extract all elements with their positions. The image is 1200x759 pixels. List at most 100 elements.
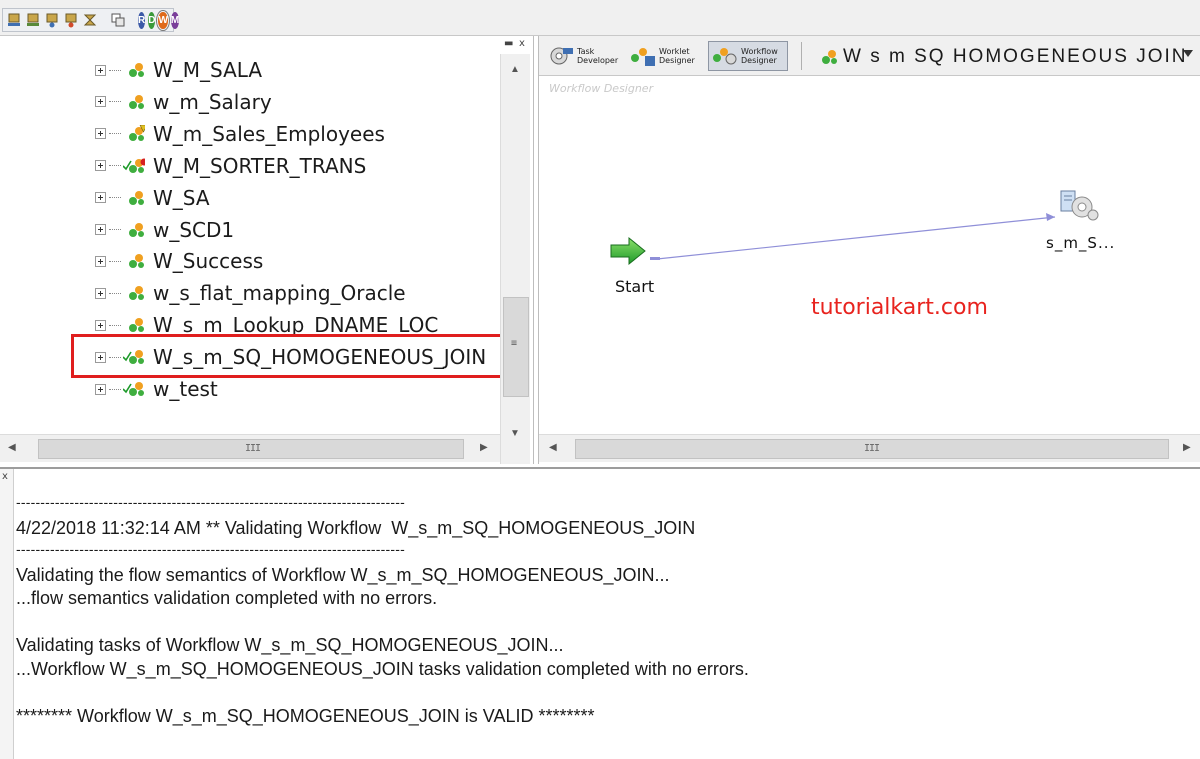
panel-close-icon[interactable]: x (519, 38, 525, 49)
log-line: Validating the flow semantics of Workflo… (16, 564, 670, 585)
tab-workflow-designer[interactable]: Workflow Designer (708, 41, 788, 71)
tree-item[interactable]: W_m_Sales_Employees (95, 118, 385, 150)
output-panel: x --------------------------------------… (0, 467, 1200, 759)
workflow-icon (129, 124, 145, 141)
chevron-down-icon[interactable] (1183, 50, 1193, 57)
scroll-right-icon[interactable]: ▶ (480, 442, 488, 453)
workflow-icon (129, 254, 144, 269)
start-task-label: Start (615, 277, 655, 296)
scroll-grip-icon: ≡ (511, 338, 517, 349)
repository-disconnect-icon[interactable] (25, 11, 41, 29)
folder-close-icon[interactable] (63, 11, 79, 29)
log-line: ...Workflow W_s_m_SQ_HOMOGENEOUS_JOIN ta… (16, 658, 749, 679)
expand-plus-icon[interactable] (95, 255, 106, 267)
workflow-icon (129, 190, 144, 205)
designer-button[interactable]: D (148, 11, 156, 29)
expand-plus-icon[interactable] (95, 160, 106, 172)
watermark-text: tutorialkart.com (811, 295, 988, 320)
tree-item-label: w_test (153, 377, 218, 401)
panel-minimize-icon[interactable]: ▬ (504, 38, 513, 49)
workflow-icon (129, 318, 144, 333)
scroll-right-icon[interactable]: ▶ (1183, 442, 1191, 453)
workflow-icon (129, 63, 144, 77)
expand-plus-icon[interactable] (95, 287, 106, 299)
tree-item-label: w_s_flat_mapping_Oracle (153, 281, 406, 306)
tree-item[interactable]: w_SCD1 (95, 214, 234, 246)
highlight-annotation (71, 334, 507, 378)
scroll-left-icon[interactable]: ◀ (549, 442, 557, 453)
scroll-grip-icon: III (864, 443, 880, 454)
worklet-designer-icon (631, 48, 655, 66)
expand-plus-icon[interactable] (95, 128, 106, 140)
tree-item-label: W_M_SORTER_TRANS (153, 153, 367, 178)
expand-plus-icon[interactable] (95, 383, 106, 395)
scroll-left-icon[interactable]: ◀ (8, 442, 16, 453)
workflow-manager-button[interactable]: W (156, 9, 171, 31)
start-task-icon[interactable] (609, 235, 649, 269)
tree-connector (109, 165, 121, 167)
tree-item[interactable]: w_s_flat_mapping_Oracle (95, 277, 406, 309)
tab-worklet-designer[interactable]: Worklet Designer (627, 41, 705, 71)
tree-item-label: W_SA (153, 185, 210, 210)
expand-plus-icon[interactable] (95, 319, 106, 331)
log-separator: ----------------------------------------… (16, 541, 405, 557)
scroll-thumb[interactable]: III (575, 439, 1169, 459)
expand-plus-icon[interactable] (95, 192, 106, 204)
scroll-thumb[interactable]: ≡ (503, 297, 529, 397)
log-line: 4/22/2018 11:32:14 AM ** Validating Work… (16, 517, 696, 538)
tree-connector (109, 229, 121, 230)
tree-connector (109, 69, 121, 71)
tab-label: Task Developer (577, 47, 619, 65)
scroll-up-icon[interactable]: ▲ (510, 64, 520, 75)
expand-plus-icon[interactable] (95, 64, 106, 76)
output-close-icon[interactable]: x (2, 471, 8, 482)
tree-connector (109, 324, 121, 326)
tree-connector (109, 197, 121, 199)
tab-label: Workflow Designer (741, 47, 778, 65)
repository-toolbar: R D W M (2, 8, 180, 32)
session-task-icon[interactable] (1055, 187, 1101, 227)
tree-connector (109, 388, 121, 390)
tree-item[interactable]: W_M_SALA (95, 54, 262, 86)
workflow-icon (129, 222, 144, 237)
workflow-monitor-button[interactable]: M (170, 11, 180, 29)
tree-item[interactable]: W_Success (95, 245, 263, 277)
expand-plus-icon[interactable] (95, 96, 106, 108)
main-toolbar: R D W M (0, 0, 1200, 36)
repository-manager-button[interactable]: R (138, 11, 146, 29)
workflow-icon (123, 382, 144, 396)
repository-connect-icon[interactable] (6, 11, 22, 29)
workflow-canvas[interactable]: Workflow Designer Start s_m_S... tutoria… (539, 77, 1200, 436)
expand-plus-icon[interactable] (95, 224, 106, 235)
tree-item-label: w_m_Salary (153, 89, 272, 114)
tree-item[interactable]: W_M_SORTER_TRANS (95, 150, 366, 182)
tree-item-label: W_Success (153, 249, 264, 274)
workflow-link[interactable] (656, 216, 1056, 260)
task-developer-icon (550, 47, 573, 65)
options-icon[interactable] (82, 11, 98, 29)
designer-horizontal-scrollbar[interactable]: ◀ III ▶ (539, 434, 1200, 462)
workflow-selector[interactable]: W s m SQ HOMOGENEOUS JOIN (821, 46, 1188, 68)
folder-open-icon[interactable] (44, 11, 60, 29)
workflow-designer-icon (713, 48, 737, 65)
log-line: ******** Workflow W_s_m_SQ_HOMOGENEOUS_J… (16, 705, 595, 726)
properties-icon[interactable] (110, 11, 126, 29)
tab-label: Worklet Designer (659, 47, 695, 65)
scroll-thumb[interactable]: III (38, 439, 464, 459)
tree-connector (109, 133, 121, 135)
tree-item[interactable]: w_m_Salary (95, 86, 272, 118)
workflow-icon (129, 286, 144, 301)
navigator-horizontal-scrollbar[interactable]: ◀ III ▶ (0, 434, 500, 462)
workflow-title: W s m SQ HOMOGENEOUS JOIN (843, 46, 1188, 67)
tree-item-label: W_m_Sales_Employees (153, 121, 385, 146)
scroll-down-icon[interactable]: ▼ (510, 428, 520, 439)
designer-tool-tabs: Task Developer Worklet Designer Workflow… (539, 36, 1200, 76)
tree-connector (109, 101, 121, 103)
navigator-panel: ▬ x W_M_SALA w_m_Salary W_m_Sales_Employee… (0, 36, 534, 464)
log-line: ...flow semantics validation completed w… (16, 588, 438, 608)
tree-item[interactable]: W_SA (95, 182, 210, 214)
navigator-vertical-scrollbar[interactable]: ▲ ≡ ▼ (500, 54, 530, 464)
tab-task-developer[interactable]: Task Developer (547, 41, 623, 71)
